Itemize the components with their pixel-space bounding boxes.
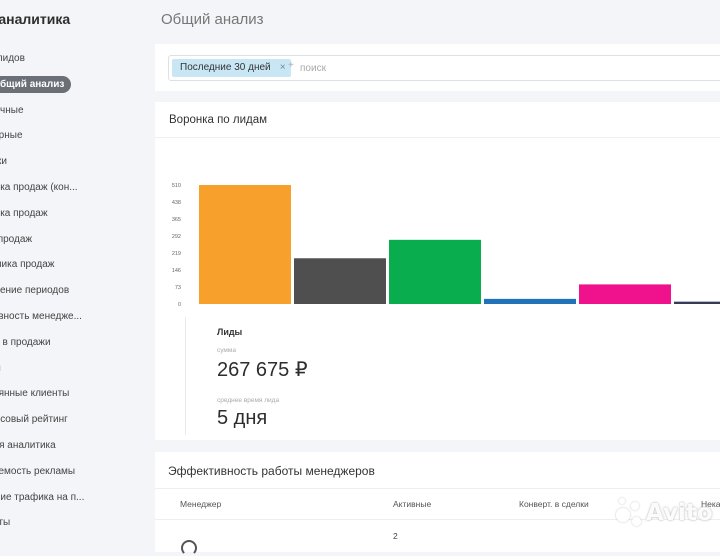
sidebar-item[interactable]: оронка продаж — [0, 201, 150, 227]
sidebar-item[interactable]: одажи — [0, 149, 150, 175]
y-tick-label: 146 — [172, 268, 181, 274]
filter-bar[interactable]: Последние 30 дней × + — [168, 55, 720, 81]
filter-card: Последние 30 дней × + — [155, 44, 720, 91]
y-tick-label: 365 — [172, 217, 181, 223]
sum-label: сумма — [217, 347, 236, 354]
close-icon[interactable]: × — [280, 59, 286, 77]
funnel-bar[interactable] — [674, 301, 720, 304]
sidebar-item-label: ективность менедже... — [0, 310, 82, 322]
funnel-title: Воронка по лидам — [169, 114, 268, 126]
funnel-chart: 510 438 365 292 219 146 73 0 — [155, 162, 720, 312]
sidebar-item[interactable]: купаемость рекламы — [0, 459, 150, 485]
page-title: Общий анализ — [161, 11, 264, 28]
sidebar: M-аналитика лиз лидов бщий анализ ервичные… — [0, 0, 150, 540]
funnel-card: Воронка по лидам 510 438 365 292 219 146 73 0 Л… — [155, 102, 720, 440]
leads-stats: Лиды сумма 267 675 ₽ среднее время лида … — [185, 317, 486, 435]
sidebar-item-label: оронка продаж (кон... — [0, 181, 78, 193]
date-range-label: Последние 30 дней — [180, 62, 271, 73]
sidebar-item[interactable]: ервичные — [0, 98, 150, 124]
column-header-active[interactable]: Активные — [393, 499, 431, 509]
sidebar-item-label: озная аналитика — [0, 439, 56, 451]
y-tick-label: 510 — [172, 183, 181, 189]
sidebar-item-label: енты — [0, 356, 1, 382]
column-header-manager[interactable]: Менеджер — [180, 499, 221, 509]
sidebar-item[interactable]: лан продаж — [0, 227, 150, 253]
sidebar-item[interactable]: овторные — [0, 123, 150, 149]
sidebar-item[interactable]: клад в продажи — [0, 330, 150, 356]
app-brand: M-аналитика — [0, 11, 71, 27]
logo-dot-icon — [632, 517, 641, 526]
sidebar-item[interactable]: отчеты — [0, 510, 150, 536]
funnel-bar[interactable] — [484, 298, 576, 304]
sidebar-item[interactable]: остоянные клиенты — [0, 381, 150, 407]
sidebar-item-label: инансовый рейтинг — [0, 414, 68, 426]
sidebar-item[interactable]: енты — [0, 356, 150, 382]
y-tick-label: 0 — [178, 302, 181, 308]
sidebar-item[interactable]: ективность менедже... — [0, 304, 150, 330]
sidebar-nav: лиз лидов бщий анализ ервичные овторные одаж… — [0, 46, 150, 536]
y-tick-label: 73 — [175, 285, 181, 291]
sidebar-item[interactable]: лиз лидов — [0, 46, 150, 72]
sidebar-item-label: лан продаж — [0, 233, 33, 245]
sidebar-item-label: бщий анализ — [0, 75, 72, 93]
funnel-chart-svg: 510 438 365 292 219 146 73 0 — [172, 183, 720, 308]
divider — [155, 137, 720, 138]
y-tick-label: 292 — [172, 234, 181, 240]
sidebar-item[interactable]: инамика продаж — [0, 252, 150, 278]
logo-dot-icon — [631, 502, 639, 510]
sidebar-item[interactable]: лияние трафика на п... — [0, 485, 150, 511]
avg-time-label: среднее время лида — [217, 397, 280, 404]
funnel-bar[interactable] — [294, 258, 386, 304]
sidebar-item[interactable]: инансовый рейтинг — [0, 407, 150, 433]
watermark-text: Avito — [646, 500, 713, 526]
logo-dot-icon — [616, 508, 630, 522]
sidebar-item-label: клад в продажи — [0, 336, 51, 348]
stats-heading: Лиды — [217, 327, 243, 337]
sum-value: 267 675 ₽ — [217, 359, 308, 381]
sidebar-item-label: лиз лидов — [0, 53, 25, 64]
avg-time-value: 5 дня — [217, 407, 268, 429]
sidebar-item[interactable]: равнение периодов — [0, 278, 150, 304]
sidebar-item-label: лияние трафика на п... — [0, 491, 85, 503]
sidebar-item-label: овторные — [0, 130, 23, 142]
divider — [155, 488, 720, 489]
funnel-bar[interactable] — [199, 185, 291, 304]
y-tick-label: 438 — [172, 200, 181, 206]
sidebar-item-label: равнение периодов — [0, 285, 70, 297]
sidebar-item-label: ервичные — [0, 104, 24, 116]
sidebar-item-label: купаемость рекламы — [0, 465, 76, 477]
funnel-bar[interactable] — [579, 284, 671, 304]
avatar — [181, 540, 197, 556]
sidebar-item-label: инамика продаж — [0, 259, 55, 271]
date-range-tag[interactable]: Последние 30 дней × — [172, 59, 291, 77]
managers-title: Эффективность работы менеджеров — [168, 464, 375, 478]
sidebar-item-label: отчеты — [0, 517, 11, 529]
sidebar-item-label: оронка продаж — [0, 207, 48, 219]
sidebar-item[interactable]: оронка продаж (кон... — [0, 175, 150, 201]
watermark: Avito — [612, 498, 720, 532]
funnel-bar[interactable] — [389, 239, 481, 304]
sidebar-item-label: одажи — [0, 156, 8, 168]
plus-icon: + — [288, 60, 294, 71]
sidebar-item[interactable]: бщий анализ — [0, 72, 150, 98]
sidebar-item-label: остоянные клиенты — [0, 388, 70, 400]
logo-dot-icon — [619, 498, 625, 504]
column-header-conversion[interactable]: Конверт. в сделки — [519, 499, 589, 509]
sidebar-item[interactable]: озная аналитика — [0, 433, 150, 459]
y-tick-label: 219 — [172, 251, 181, 257]
search-input[interactable] — [298, 59, 502, 77]
